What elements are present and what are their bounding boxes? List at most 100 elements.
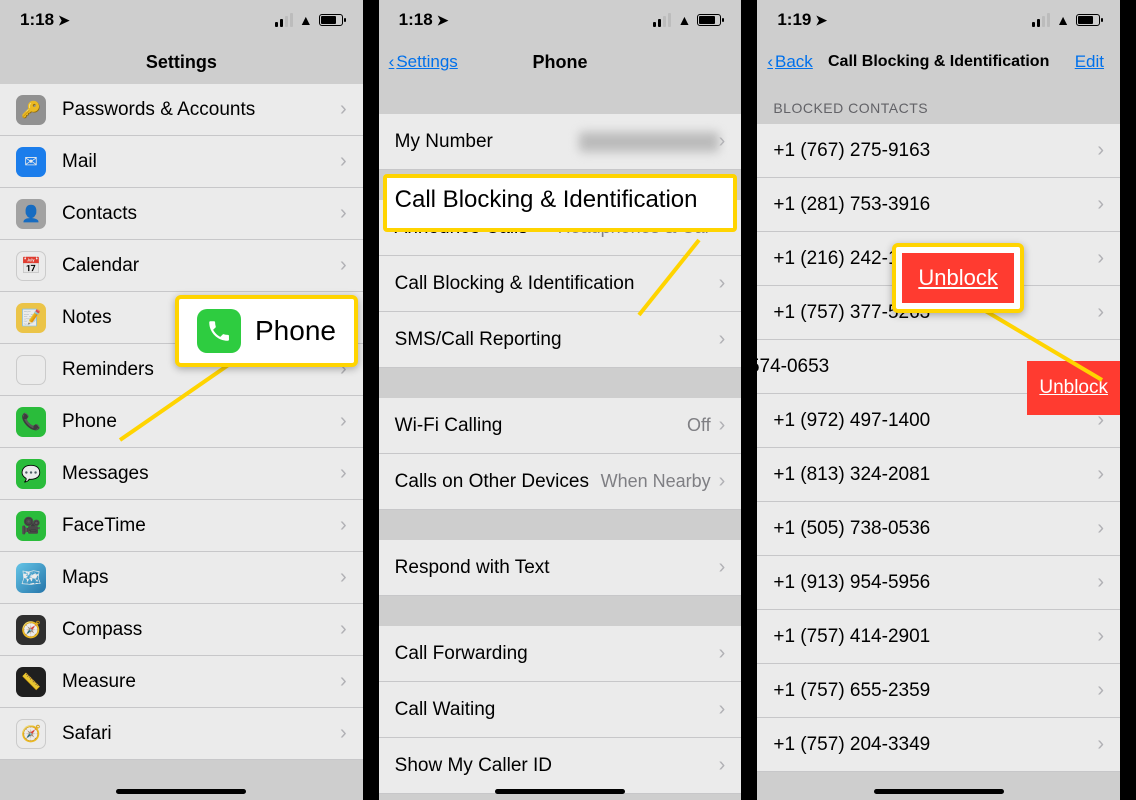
settings-row-label: FaceTime <box>62 515 340 537</box>
screenshot-settings: 1:18➤ ▲ Settings 🔑 Passwords & Accounts … <box>0 0 363 800</box>
signal-icon <box>653 13 671 27</box>
phone-icon <box>197 309 241 353</box>
blocked-contact-row[interactable]: +1 (505) 738-0536 › <box>757 502 1120 556</box>
phone-row-7[interactable]: Call Forwarding› <box>379 626 742 682</box>
callout-cbi-text: Call Blocking & Identification <box>395 186 698 214</box>
status-time: 1:18 <box>399 10 433 30</box>
phone-row-label: Show My Caller ID <box>395 755 719 777</box>
phone-row-label: Announce Calls <box>395 217 558 239</box>
wifi-icon: ▲ <box>299 12 313 28</box>
blocked-contact-row[interactable]: +1 (767) 275-9163 › <box>757 124 1120 178</box>
back-button[interactable]: ‹Settings <box>389 52 458 72</box>
edit-button[interactable]: Edit <box>1075 52 1104 72</box>
settings-row-measure[interactable]: 📏 Measure › <box>0 656 363 708</box>
settings-row-contacts[interactable]: 👤 Contacts › <box>0 188 363 240</box>
blocked-contact-row[interactable]: +1 (757) 414-2901 › <box>757 610 1120 664</box>
settings-row-label: Safari <box>62 723 340 745</box>
screenshot-phone-settings: 1:18➤ ▲ ‹Settings Phone My Number›Announ… <box>379 0 742 800</box>
blocked-contact-row[interactable]: +1 (281) 753-3916 › <box>757 178 1120 232</box>
blocked-contacts-list: +1 (767) 275-9163 ›+1 (281) 753-3916 ›+1… <box>757 124 1120 772</box>
chevron-right-icon: › <box>1097 733 1104 756</box>
chevron-right-icon: › <box>340 254 347 277</box>
phone-row-label: SMS/Call Reporting <box>395 329 719 351</box>
settings-row-passwords[interactable]: 🔑 Passwords & Accounts › <box>0 84 363 136</box>
wifi-icon: ▲ <box>677 12 691 28</box>
settings-row-messages[interactable]: 💬 Messages › <box>0 448 363 500</box>
phone-row-label: Wi-Fi Calling <box>395 415 687 437</box>
phone-row-3[interactable]: SMS/Call Reporting› <box>379 312 742 368</box>
page-title: Phone <box>533 52 588 73</box>
chevron-right-icon: › <box>1097 139 1104 162</box>
chevron-right-icon: › <box>340 202 347 225</box>
blocked-contact-row[interactable]: +1 (813) 324-2081 › <box>757 448 1120 502</box>
phone-row-4[interactable]: Wi-Fi CallingOff › <box>379 398 742 454</box>
phone-row-0[interactable]: My Number› <box>379 114 742 170</box>
chevron-right-icon: › <box>719 328 726 351</box>
chevron-right-icon: › <box>719 470 726 493</box>
phone-row-2[interactable]: Call Blocking & Identification› <box>379 256 742 312</box>
phone-row-label: Calls on Other Devices <box>395 471 601 493</box>
chevron-right-icon: › <box>340 722 347 745</box>
blocked-contact-row[interactable]: +1 (913) 954-5956 › <box>757 556 1120 610</box>
passwords-icon: 🔑 <box>16 95 46 125</box>
chevron-left-icon: ‹ <box>767 52 773 72</box>
phone-row-6[interactable]: Respond with Text› <box>379 540 742 596</box>
unblock-button[interactable]: Unblock <box>902 253 1013 303</box>
nav-bar: ‹Back Call Blocking & Identification Edi… <box>757 40 1120 84</box>
reminders-icon: ☰ <box>16 355 46 385</box>
callout-phone-label: Phone <box>255 315 336 347</box>
redacted-value <box>579 132 719 152</box>
phone-row-detail: When Nearby <box>601 471 711 492</box>
phone-row-5[interactable]: Calls on Other DevicesWhen Nearby › <box>379 454 742 510</box>
messages-icon: 💬 <box>16 459 46 489</box>
chevron-right-icon: › <box>340 566 347 589</box>
settings-row-phone[interactable]: 📞 Phone › <box>0 396 363 448</box>
section-header-blocked: BLOCKED CONTACTS <box>757 84 1120 124</box>
blocked-contact-number: +1 (757) 655-2359 <box>773 680 1097 702</box>
blocked-contact-row[interactable]: +1 (757) 655-2359 › <box>757 664 1120 718</box>
back-button[interactable]: ‹Back <box>767 52 812 72</box>
safari-icon: 🧭 <box>16 719 46 749</box>
chevron-left-icon: ‹ <box>389 52 395 72</box>
phone-row-detail: Headphones & Car <box>558 217 711 238</box>
settings-row-label: Calendar <box>62 255 340 277</box>
chevron-right-icon: › <box>1097 193 1104 216</box>
chevron-right-icon: › <box>1097 625 1104 648</box>
blocked-contact-number: +1 (813) 324-2081 <box>773 464 1097 486</box>
compass-icon: 🧭 <box>16 615 46 645</box>
chevron-right-icon: › <box>719 754 726 777</box>
settings-row-facetime[interactable]: 🎥 FaceTime › <box>0 500 363 552</box>
home-indicator <box>495 789 625 794</box>
chevron-right-icon: › <box>719 698 726 721</box>
chevron-right-icon: › <box>340 462 347 485</box>
settings-row-maps[interactable]: 🗺 Maps › <box>0 552 363 604</box>
chevron-right-icon: › <box>719 414 726 437</box>
nav-bar: ‹Settings Phone <box>379 40 742 84</box>
chevron-right-icon: › <box>1097 247 1104 270</box>
status-bar: 1:18➤ ▲ <box>0 0 363 40</box>
settings-row-calendar[interactable]: 📅 Calendar › <box>0 240 363 292</box>
settings-row-compass[interactable]: 🧭 Compass › <box>0 604 363 656</box>
blocked-contact-row[interactable]: +1 (757) 204-3349 › <box>757 718 1120 772</box>
status-time: 1:19 <box>777 10 811 30</box>
unblock-swipe-action[interactable]: Unblock <box>1027 361 1120 415</box>
chevron-right-icon: › <box>719 216 726 239</box>
chevron-right-icon: › <box>340 514 347 537</box>
phone-row-9[interactable]: Show My Caller ID› <box>379 738 742 794</box>
phone-row-detail: Off <box>687 415 711 436</box>
chevron-right-icon: › <box>719 272 726 295</box>
home-indicator <box>116 789 246 794</box>
blocked-contact-number: +1 (757) 414-2901 <box>773 626 1097 648</box>
phone-row-label: Call Blocking & Identification <box>395 273 719 295</box>
phone-row-8[interactable]: Call Waiting› <box>379 682 742 738</box>
settings-row-mail[interactable]: ✉︎ Mail › <box>0 136 363 188</box>
settings-row-label: Messages <box>62 463 340 485</box>
phone-row-label: My Number <box>395 131 579 153</box>
blocked-contact-number: +1 (281) 753-3916 <box>773 194 1097 216</box>
settings-row-safari[interactable]: 🧭 Safari › <box>0 708 363 760</box>
blocked-contact-number: +1 (913) 954-5956 <box>773 572 1097 594</box>
chevron-right-icon: › <box>1097 679 1104 702</box>
callout-phone: Phone <box>175 295 358 367</box>
signal-icon <box>1032 13 1050 27</box>
chevron-right-icon: › <box>1097 301 1104 324</box>
